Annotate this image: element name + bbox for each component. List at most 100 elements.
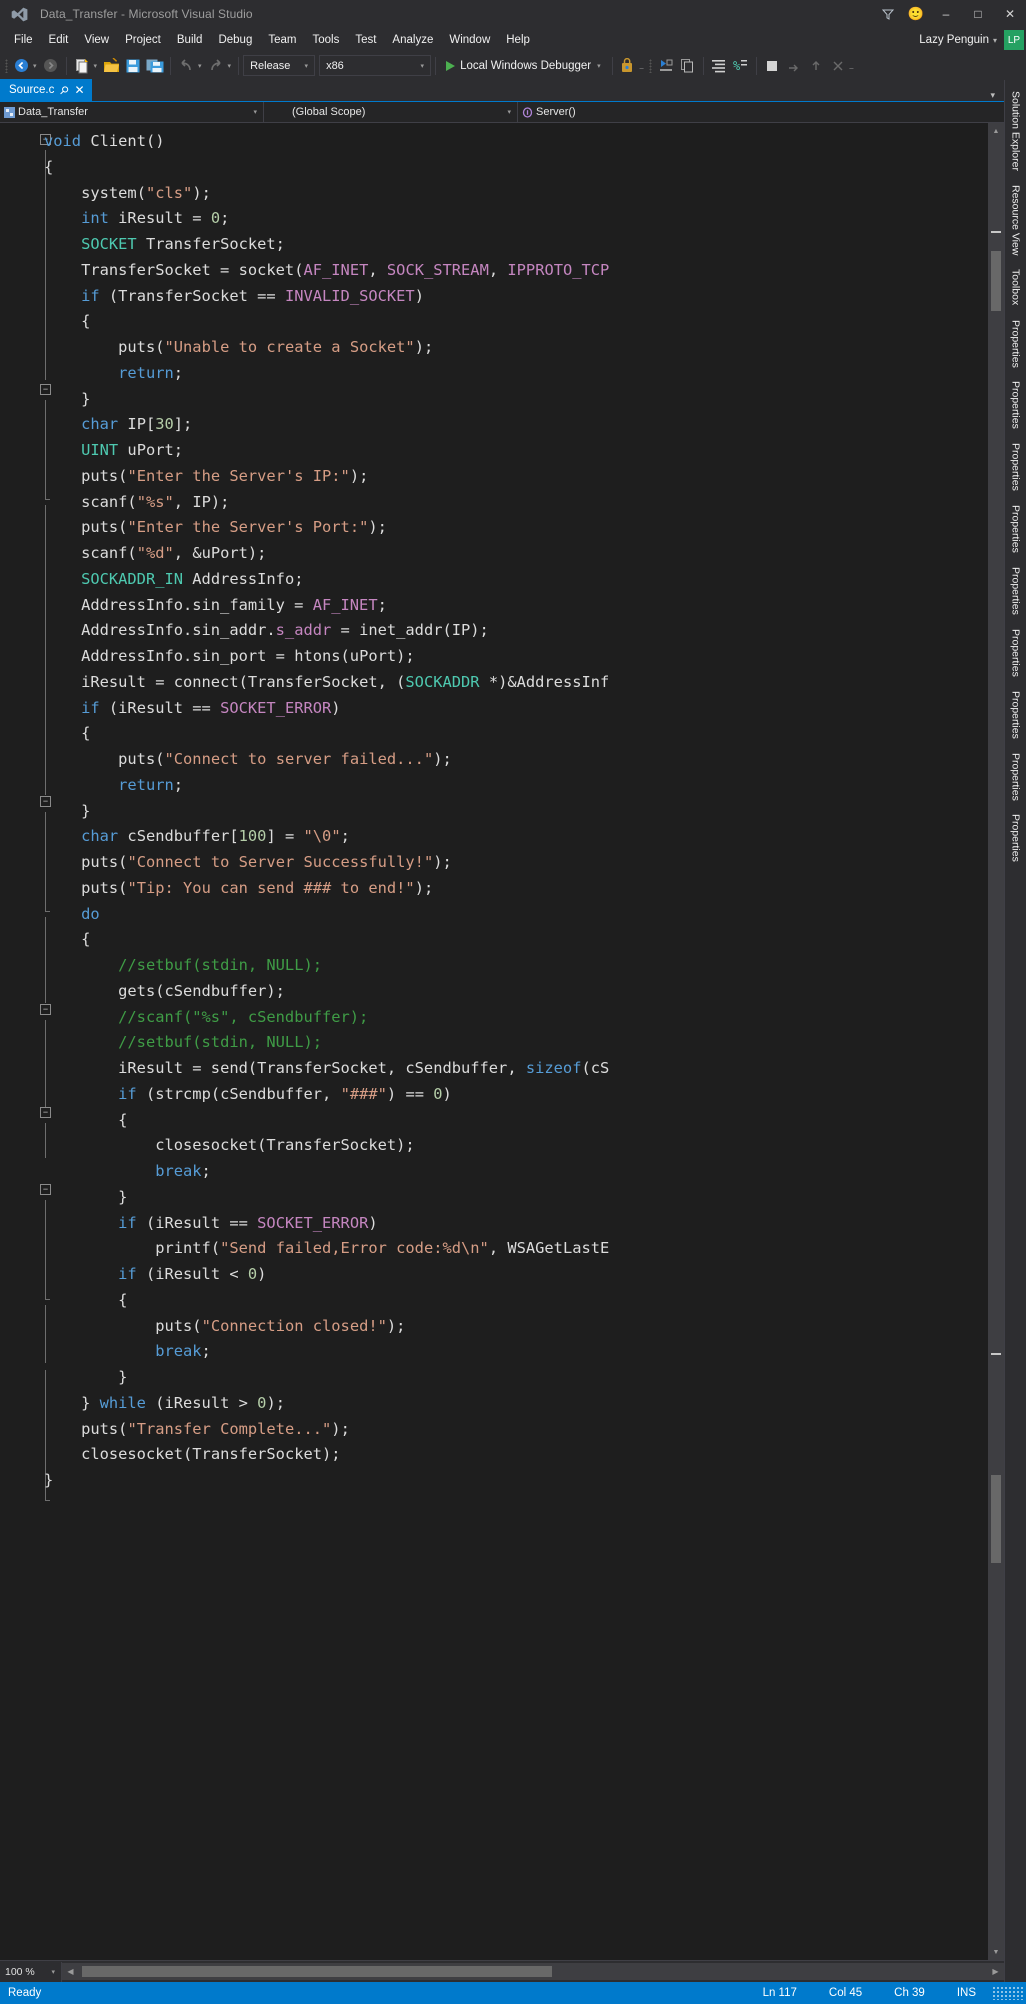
pin-icon[interactable]: ⚲ [57, 83, 72, 97]
code-text-area[interactable]: void Client() { system("cls"); int iResu… [44, 123, 988, 1960]
dock-tab-properties-6[interactable]: Properties [1008, 622, 1024, 684]
member-selector-combo[interactable]: Server() [518, 102, 1004, 122]
zoom-level-value: 100 % [5, 1965, 35, 1978]
scrollbar-thumb[interactable] [991, 1475, 1001, 1563]
open-file-icon[interactable] [100, 55, 122, 77]
feedback-smiley-icon[interactable]: 🙂 [902, 0, 930, 28]
editor-vertical-scrollbar[interactable]: ▲ ▼ [988, 123, 1004, 1960]
scroll-up-arrow-icon[interactable]: ▲ [988, 123, 1004, 139]
menu-edit[interactable]: Edit [41, 31, 77, 49]
dock-tab-properties-7[interactable]: Properties [1008, 684, 1024, 746]
hscrollbar-thumb[interactable] [82, 1966, 552, 1977]
chevron-down-icon[interactable]: ▾ [50, 1968, 58, 1976]
save-all-icon[interactable] [144, 55, 166, 77]
zoom-combo[interactable]: 100 % ▾ [0, 1961, 62, 1982]
indent-lines-icon[interactable] [708, 55, 730, 77]
toolbar-separator [65, 56, 67, 75]
menu-help[interactable]: Help [498, 31, 538, 49]
copy-icon[interactable] [677, 55, 699, 77]
tab-source-c[interactable]: Source.c ⚲ ✕ [0, 79, 92, 101]
menu-window[interactable]: Window [441, 31, 498, 49]
account-area[interactable]: Lazy Penguin ▾ LP [919, 28, 1026, 52]
menu-build[interactable]: Build [169, 31, 211, 49]
visual-studio-logo-icon [8, 5, 30, 23]
step-into-icon[interactable] [655, 55, 677, 77]
solution-platform-combo[interactable]: x86 ▾ [319, 55, 432, 76]
menu-analyze[interactable]: Analyze [384, 31, 441, 49]
visual-studio-window: Data_Transfer - Microsoft Visual Studio … [0, 0, 1026, 2004]
menu-project[interactable]: Project [117, 31, 169, 49]
step-over-icon[interactable] [783, 55, 805, 77]
menu-team[interactable]: Team [260, 31, 304, 49]
solution-configuration-combo[interactable]: Release ▾ [243, 55, 316, 76]
step-next-icon[interactable] [827, 55, 849, 77]
undo-icon[interactable] [175, 55, 197, 77]
new-project-icon[interactable] [71, 55, 93, 77]
dock-tab-solution-explorer[interactable]: Solution Explorer [1008, 84, 1024, 178]
toolbar-overflow-icon[interactable]: _ [849, 62, 857, 69]
minimize-button[interactable]: – [930, 0, 962, 28]
menu-debug[interactable]: Debug [210, 31, 260, 49]
close-icon[interactable]: ✕ [74, 83, 84, 97]
back-dropdown-caret-icon[interactable]: ▾ [32, 62, 40, 70]
navigate-back-icon[interactable] [10, 55, 32, 77]
dock-tab-properties-8[interactable]: Properties [1008, 746, 1024, 808]
chevron-down-icon[interactable]: ▾ [503, 108, 515, 116]
scroll-left-arrow-icon[interactable]: ◀ [62, 1963, 79, 1980]
document-area: Source.c ⚲ ✕ ▾ Data_Transfer ▾ (Global S… [0, 79, 1004, 1982]
scroll-right-arrow-icon[interactable]: ▶ [987, 1963, 1004, 1980]
toolbar-grip-2[interactable] [647, 57, 655, 75]
maximize-button[interactable]: □ [962, 0, 994, 28]
scroll-down-arrow-icon[interactable]: ▼ [988, 1944, 1004, 1960]
chevron-down-icon[interactable]: ▾ [249, 108, 261, 116]
dock-tab-properties-1[interactable]: Properties [1008, 313, 1024, 375]
standard-toolbar: ▾ ▾ ▾ ▾ Release ▾ x86 ▾ Local Windows De… [0, 52, 1026, 80]
quick-launch-funnel-icon[interactable] [874, 0, 902, 28]
avatar[interactable]: LP [1004, 30, 1024, 50]
status-insert-mode[interactable]: INS [941, 1987, 992, 1999]
chevron-down-icon[interactable]: ▾ [304, 62, 312, 70]
redo-caret-icon[interactable]: ▾ [227, 62, 235, 70]
toolbar-grip[interactable] [2, 57, 10, 75]
undo-caret-icon[interactable]: ▾ [197, 62, 205, 70]
code-editor[interactable]: − − − − − − void Client() {system("cls"… [0, 123, 1004, 1960]
editor-horizontal-scrollbar[interactable]: ◀ ▶ [62, 1963, 1004, 1980]
chevron-down-icon[interactable]: ▾ [985, 90, 1000, 101]
menu-file[interactable]: File [6, 31, 41, 49]
project-selector-combo[interactable]: Data_Transfer ▾ [0, 102, 264, 122]
window-controls: 🙂 – □ ✕ [874, 0, 1026, 28]
new-project-caret-icon[interactable]: ▾ [93, 62, 101, 70]
menu-tools[interactable]: Tools [304, 31, 347, 49]
menu-test[interactable]: Test [347, 31, 384, 49]
tab-label: Source.c [9, 84, 55, 96]
close-button[interactable]: ✕ [994, 0, 1026, 28]
save-icon[interactable] [122, 55, 144, 77]
project-selector-value: Data_Transfer [18, 106, 88, 118]
dock-tab-properties-5[interactable]: Properties [1008, 560, 1024, 622]
scrollbar-thumb-top[interactable] [991, 251, 1001, 311]
step-out-icon[interactable] [805, 55, 827, 77]
dock-tab-resource-view[interactable]: Resource View [1008, 178, 1024, 262]
comment-lines-icon[interactable]: % [730, 55, 752, 77]
start-debugging-button[interactable]: Local Windows Debugger ▾ [440, 55, 608, 77]
chevron-down-icon[interactable]: ▾ [420, 62, 428, 70]
toggle-breakpoint-icon[interactable] [761, 55, 783, 77]
dock-tab-properties-2[interactable]: Properties [1008, 374, 1024, 436]
tab-overflow-area[interactable]: ▾ [985, 90, 1004, 101]
scope-selector-combo[interactable]: (Global Scope) ▾ [264, 102, 518, 122]
dock-tab-properties-3[interactable]: Properties [1008, 436, 1024, 498]
dock-tab-properties-9[interactable]: Properties [1008, 807, 1024, 869]
chevron-down-icon[interactable]: ▾ [993, 36, 997, 45]
dock-tab-properties-4[interactable]: Properties [1008, 498, 1024, 560]
resize-grip-icon[interactable] [992, 1986, 1024, 2000]
attach-to-process-icon[interactable] [617, 55, 639, 77]
navigate-forward-icon[interactable] [40, 55, 62, 77]
attach-caret-icon[interactable]: _ [639, 62, 647, 69]
chevron-down-icon[interactable]: ▾ [596, 62, 604, 70]
menu-view[interactable]: View [76, 31, 117, 49]
status-column: Col 45 [828, 1987, 863, 1999]
editor-gutter[interactable]: − − − − − − [0, 123, 51, 1960]
source-code[interactable]: void Client() { system("cls"); int iResu… [44, 123, 988, 1494]
dock-tab-toolbox[interactable]: Toolbox [1008, 262, 1024, 312]
redo-icon[interactable] [205, 55, 227, 77]
